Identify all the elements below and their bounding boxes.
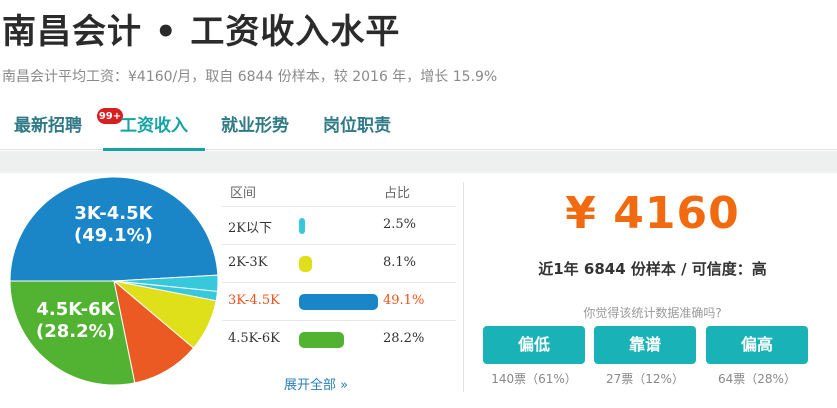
tab-label: 工资收入 [120, 116, 188, 136]
pie-label-range: 4.5K-6K [36, 299, 115, 320]
row-bar [299, 294, 378, 310]
vote-accurate-button[interactable]: 靠谱 [594, 326, 696, 364]
vote-high-button[interactable]: 偏高 [706, 326, 808, 364]
pie-label-45k-6k: 4.5K-6K (28.2%) [36, 299, 115, 343]
row-pct: 2.5% [383, 217, 417, 232]
pie-label-pct: (28.2%) [36, 321, 115, 342]
vote-low-count: 140票（61%） [491, 372, 577, 386]
pie-label-pct: (49.1%) [74, 225, 153, 246]
column-header-range: 区间 [230, 186, 257, 201]
row-bar [299, 332, 345, 348]
table-row: 3K-4.5K 49.1% [222, 282, 456, 320]
tab-bar: 最新招聘 99+ 工资收入 就业形势 岗位职责 [0, 104, 837, 151]
sample-info: 近1年 6844 份样本 / 可信度：高 [538, 260, 767, 278]
tab-label: 最新招聘 [14, 116, 82, 136]
row-range: 2K以下 [228, 221, 272, 236]
vote-low-button[interactable]: 偏低 [483, 326, 585, 364]
table-row: 2K以下 2.5% [222, 206, 456, 244]
salary-pie-chart: 3K-4.5K (49.1%) 4.5K-6K (28.2%) [8, 175, 220, 387]
tab-label: 就业形势 [221, 116, 289, 136]
pie-label-range: 3K-4.5K [74, 203, 153, 224]
tab-salary[interactable]: 工资收入 [103, 104, 205, 151]
row-range: 4.5K-6K [228, 331, 280, 346]
tab-latest-jobs[interactable]: 最新招聘 99+ [14, 104, 124, 150]
table-row: 2K-3K 8.1% [222, 244, 456, 282]
tab-label: 岗位职责 [323, 116, 391, 136]
row-bar [299, 218, 305, 234]
page-title: 南昌会计 • 工资收入水平 [2, 12, 401, 52]
table-row: 4.5K-6K 28.2% [222, 320, 456, 358]
tab-employment[interactable]: 就业形势 [221, 104, 289, 150]
row-pct: 49.1% [383, 293, 425, 308]
vertical-divider [463, 182, 464, 392]
accuracy-question: 你觉得该统计数据准确吗? [583, 306, 722, 320]
column-header-share: 占比 [384, 186, 411, 201]
row-range: 3K-4.5K [228, 293, 280, 308]
vote-high-count: 64票（28%） [718, 372, 796, 386]
pie-label-3k-45k: 3K-4.5K (49.1%) [74, 203, 153, 247]
expand-all-link[interactable]: 展开全部 » [284, 374, 348, 393]
row-pct: 8.1% [383, 255, 417, 270]
page-subtitle: 南昌会计平均工资：¥4160/月，取自 6844 份样本，较 2016 年，增长… [2, 69, 498, 85]
row-bar [299, 256, 312, 272]
section-divider-band [0, 151, 837, 173]
average-salary: ¥ 4160 [565, 188, 740, 239]
vote-accurate-count: 27票（12%） [606, 372, 684, 386]
row-pct: 28.2% [383, 331, 425, 346]
row-range: 2K-3K [228, 255, 268, 270]
tab-duties[interactable]: 岗位职责 [323, 104, 391, 150]
